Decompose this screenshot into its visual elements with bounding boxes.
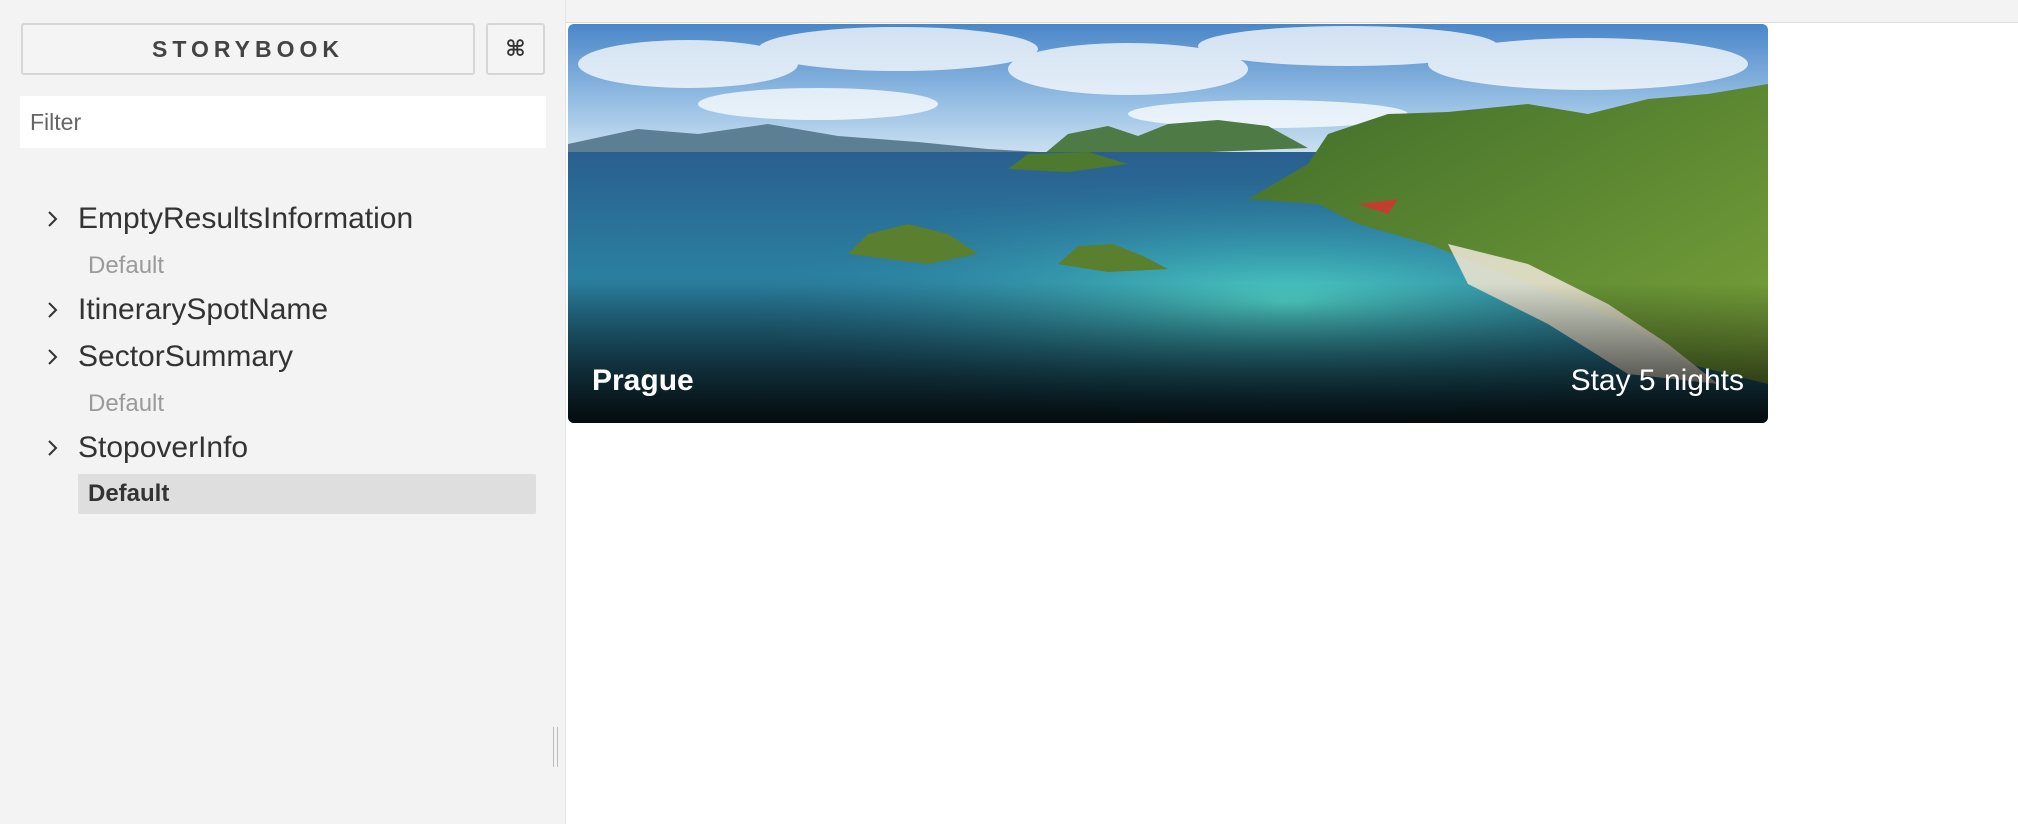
tree-story-default[interactable]: Default <box>78 246 536 286</box>
tree-kind-label: StopoverInfo <box>78 431 249 464</box>
tree-story-default-selected[interactable]: Default <box>78 474 536 514</box>
chevron-right-icon <box>40 337 78 377</box>
chevron-right-icon <box>40 199 78 239</box>
command-icon: ⌘ <box>505 36 526 61</box>
storybook-sidebar: STORYBOOK ⌘ EmptyResultsInformation Defa… <box>0 0 566 824</box>
chevron-right-icon <box>40 428 78 468</box>
chevron-right-icon <box>40 290 78 330</box>
stopover-card-preview: Prague Stay 5 nights <box>568 24 1768 423</box>
tree-kind-sectorsummary[interactable]: SectorSummary <box>40 337 293 377</box>
filter-input[interactable] <box>20 96 546 148</box>
sidebar-resize-handle[interactable] <box>551 727 560 767</box>
tree-kind-label: SectorSummary <box>78 340 294 373</box>
tree-kind-label: ItinerarySpotName <box>78 293 329 326</box>
tree-kind-label: EmptyResultsInformation <box>78 202 414 235</box>
tree-kind-emptyresultsinformation[interactable]: EmptyResultsInformation <box>40 199 413 239</box>
shortcuts-button[interactable]: ⌘ <box>486 23 545 75</box>
storybook-brand-button[interactable]: STORYBOOK <box>21 23 475 75</box>
tree-kind-itineraryspotname[interactable]: ItinerarySpotName <box>40 290 328 330</box>
city-name: Prague <box>592 364 694 397</box>
stay-duration: Stay 5 nights <box>1570 364 1744 397</box>
tree-kind-stopoverinfo[interactable]: StopoverInfo <box>40 428 248 468</box>
caption-gradient <box>568 283 1768 423</box>
tree-story-default[interactable]: Default <box>78 384 536 424</box>
